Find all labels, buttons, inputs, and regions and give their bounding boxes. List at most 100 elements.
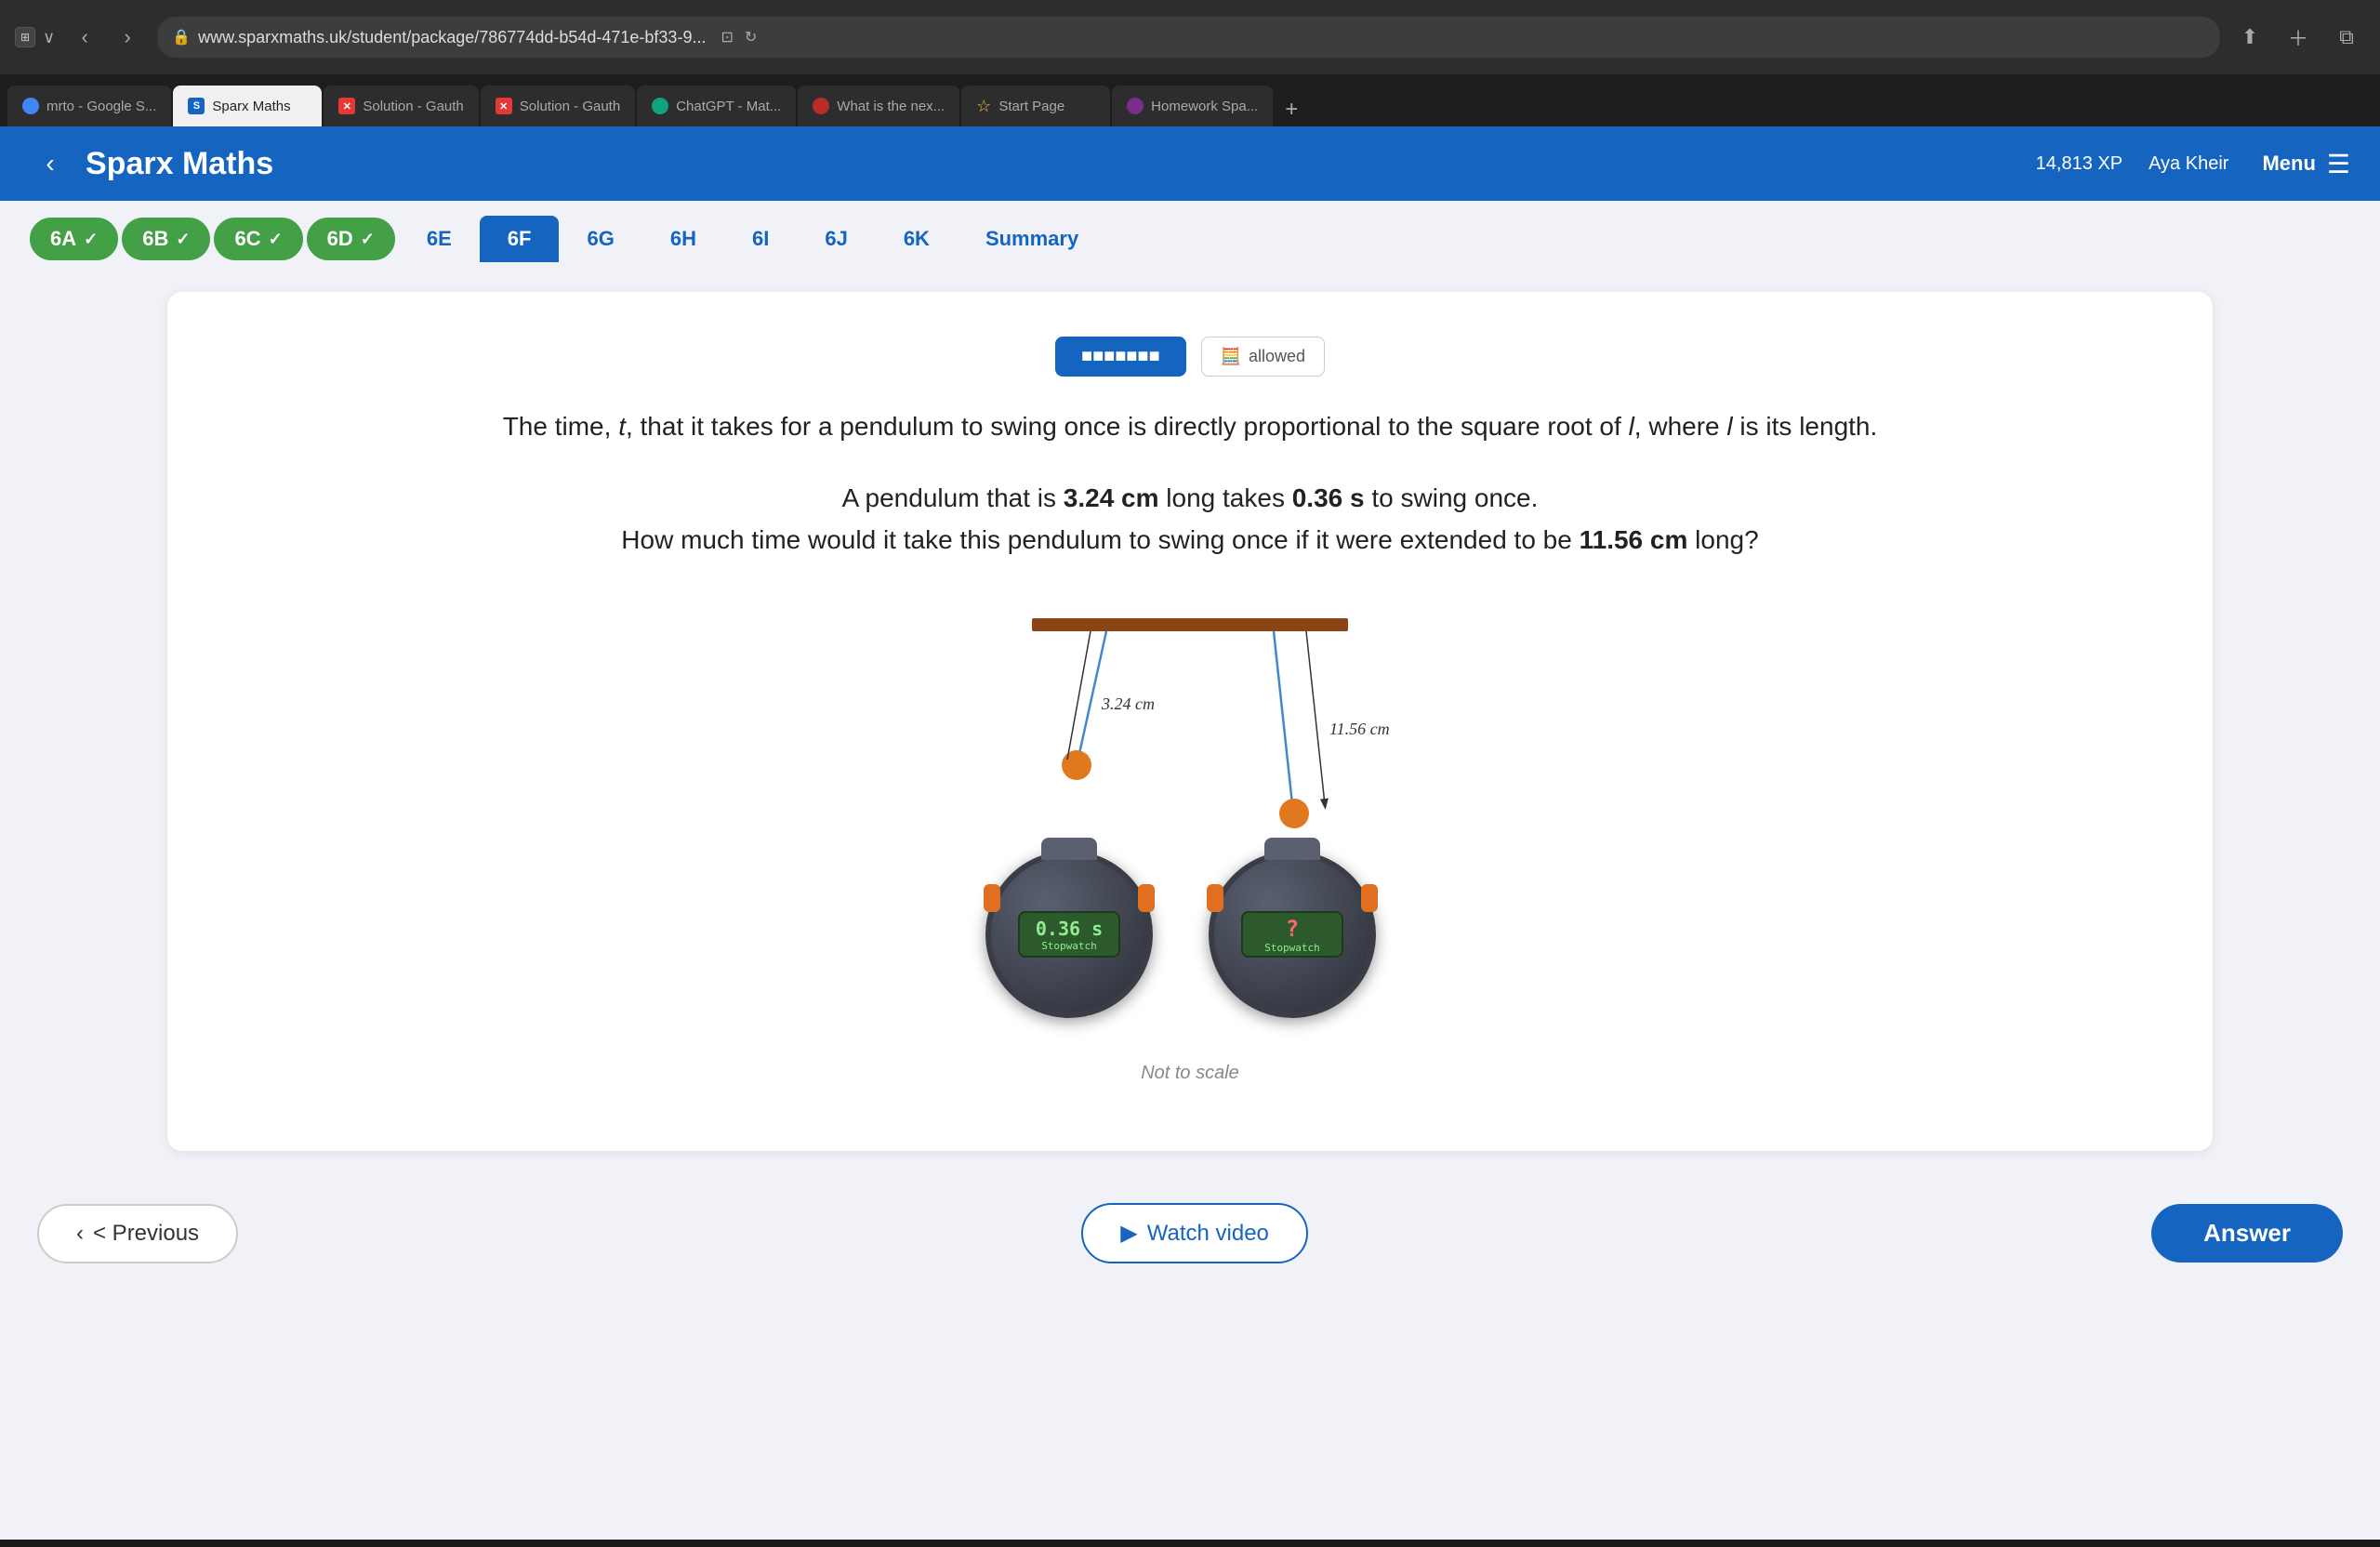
question-body: A pendulum that is 3.24 cm long takes 0.… <box>223 478 2157 562</box>
tab-quora-label: What is the nex... <box>837 99 945 114</box>
lock-icon: 🔒 <box>172 28 191 46</box>
tab-6h-label: 6H <box>670 227 696 250</box>
tab-solution1-label: Solution - Gauth <box>363 99 463 114</box>
tab-6k[interactable]: 6K <box>876 216 958 262</box>
stopwatch-2-btn-right <box>1361 884 1378 912</box>
stopwatch-1-btn-right <box>1138 884 1155 912</box>
back-button[interactable]: ‹ <box>30 143 71 184</box>
homework-favicon <box>1127 98 1144 114</box>
previous-button[interactable]: ‹ < Previous <box>37 1204 238 1263</box>
tab-6j[interactable]: 6J <box>797 216 875 262</box>
calculator-icon: 🧮 <box>1221 347 1241 366</box>
section-tabs: 6A ✓ 6B ✓ 6C ✓ 6D ✓ 6E 6F 6G 6H 6I <box>0 201 2380 262</box>
add-tab-button[interactable]: + <box>1275 93 1308 126</box>
stopwatch-1-time: 0.36 s <box>1036 918 1103 940</box>
tab-6a[interactable]: 6A ✓ <box>30 218 118 260</box>
tab-6k-label: 6K <box>904 227 930 250</box>
tab-6b[interactable]: 6B ✓ <box>122 218 210 260</box>
tab-6f[interactable]: 6F <box>480 216 560 262</box>
chevron-left-icon: ‹ <box>76 1221 84 1247</box>
chatgpt-favicon <box>652 98 668 114</box>
question-intro: The time, t, that it takes for a pendulu… <box>223 406 2157 448</box>
sparx-favicon: S <box>188 98 205 114</box>
forward-nav-button[interactable]: › <box>109 19 146 56</box>
tab-6i-label: 6I <box>752 227 769 250</box>
address-bar[interactable]: 🔒 www.sparxmaths.uk/student/package/7867… <box>157 17 2220 58</box>
watch-video-button[interactable]: ▶ Watch video <box>1081 1203 1308 1263</box>
bottom-nav: ‹ < Previous ▶ Watch video Answer <box>0 1181 2380 1286</box>
tab-chatgpt-label: ChatGPT - Mat... <box>676 99 781 114</box>
something-button[interactable]: ■■■■■■■ <box>1055 337 1186 377</box>
tab-sparx[interactable]: S Sparx Maths <box>173 86 322 126</box>
user-name: Aya Kheir <box>2149 153 2228 175</box>
answer-button[interactable]: Answer <box>2151 1204 2343 1263</box>
app-title: Sparx Maths <box>86 146 2021 182</box>
tab-6c-label: 6C <box>234 227 260 251</box>
back-nav-button[interactable]: ‹ <box>66 19 103 56</box>
check-icon-6b: ✓ <box>176 230 190 249</box>
url-text: www.sparxmaths.uk/student/package/786774… <box>198 28 706 47</box>
stopwatches-container: 0.36 s Stopwatch ? <box>985 851 1395 1037</box>
tab-startpage[interactable]: ☆ Start Page <box>961 86 1110 126</box>
nav-buttons: ‹ › <box>66 19 146 56</box>
tab-6b-label: 6B <box>142 227 168 251</box>
tab-6e-label: 6E <box>427 227 452 250</box>
star-icon: ☆ <box>976 97 991 116</box>
hamburger-icon[interactable]: ☰ <box>2327 149 2350 179</box>
new-tab-button[interactable]: ＋ <box>2280 19 2317 56</box>
stopwatch-1: 0.36 s Stopwatch <box>985 851 1171 1037</box>
tab-summary[interactable]: Summary <box>958 216 1106 262</box>
app-header: ‹ Sparx Maths 14,813 XP Aya Kheir Menu ☰ <box>0 126 2380 201</box>
tab-startpage-label: Start Page <box>998 99 1064 114</box>
watch-video-label: Watch video <box>1147 1221 1269 1247</box>
content-card: ■■■■■■■ 🧮 allowed The time, t, that it t… <box>167 292 2213 1151</box>
tab-solution1[interactable]: ✕ Solution - Gauth <box>324 86 478 126</box>
check-icon-6c: ✓ <box>269 230 283 249</box>
stopwatch-1-screen: 0.36 s Stopwatch <box>1018 911 1120 958</box>
browser-chrome: ⊞ ∨ ‹ › 🔒 www.sparxmaths.uk/student/pack… <box>0 0 2380 74</box>
menu-label[interactable]: Menu <box>2262 152 2315 176</box>
tab-homework-label: Homework Spa... <box>1151 99 1258 114</box>
tab-quora[interactable]: What is the nex... <box>798 86 959 126</box>
solution1-favicon: ✕ <box>338 98 355 114</box>
quora-favicon <box>813 98 829 114</box>
stopwatch-2-clip <box>1264 838 1320 860</box>
tab-sparx-label: Sparx Maths <box>212 99 290 114</box>
stopwatch-2-body: ? Stopwatch <box>1209 851 1376 1018</box>
share-button[interactable]: ⬆ <box>2231 19 2268 56</box>
diagram-area: 3.24 cm 11.56 cm <box>223 590 2157 1084</box>
tab-homework[interactable]: Homework Spa... <box>1112 86 1273 126</box>
tab-6h[interactable]: 6H <box>642 216 724 262</box>
stopwatch-1-label: Stopwatch <box>1041 940 1097 952</box>
pendulum-diagram: 3.24 cm 11.56 cm <box>958 590 1422 832</box>
google-favicon <box>22 98 39 114</box>
tab-6i[interactable]: 6I <box>724 216 797 262</box>
sidebar-toggle[interactable]: ⊞ <box>15 27 35 47</box>
tab-google-label: mrto - Google S... <box>46 99 156 114</box>
answer-label: Answer <box>2203 1219 2291 1247</box>
tabs-button[interactable]: ⧉ <box>2328 19 2365 56</box>
stopwatch-2-btn-left <box>1207 884 1223 912</box>
tab-6d[interactable]: 6D ✓ <box>307 218 395 260</box>
check-icon-6d: ✓ <box>361 230 375 249</box>
not-to-scale-text: Not to scale <box>1141 1063 1239 1084</box>
reader-icon: ⊡ <box>721 28 733 46</box>
stopwatch-2-time: ? <box>1286 916 1299 942</box>
tab-google[interactable]: mrto - Google S... <box>7 86 171 126</box>
main-content: ■■■■■■■ 🧮 allowed The time, t, that it t… <box>0 262 2380 1181</box>
refresh-icon[interactable]: ↻ <box>745 28 757 46</box>
tab-6c[interactable]: 6C ✓ <box>214 218 302 260</box>
tab-6e[interactable]: 6E <box>399 216 480 262</box>
header-right: 14,813 XP Aya Kheir Menu ☰ <box>2036 149 2350 179</box>
stopwatch-1-btn-left <box>984 884 1000 912</box>
tab-6g[interactable]: 6G <box>559 216 641 262</box>
svg-text:3.24 cm: 3.24 cm <box>1101 694 1155 713</box>
tab-chatgpt[interactable]: ChatGPT - Mat... <box>637 86 796 126</box>
tab-6a-label: 6A <box>50 227 76 251</box>
tab-solution2[interactable]: ✕ Solution - Gauth <box>481 86 635 126</box>
allowed-tag: 🧮 allowed <box>1201 337 1325 377</box>
stopwatch-2-screen: ? Stopwatch <box>1241 911 1343 958</box>
tab-solution2-label: Solution - Gauth <box>520 99 620 114</box>
previous-label: < Previous <box>93 1221 199 1247</box>
stopwatch-1-clip <box>1041 838 1097 860</box>
